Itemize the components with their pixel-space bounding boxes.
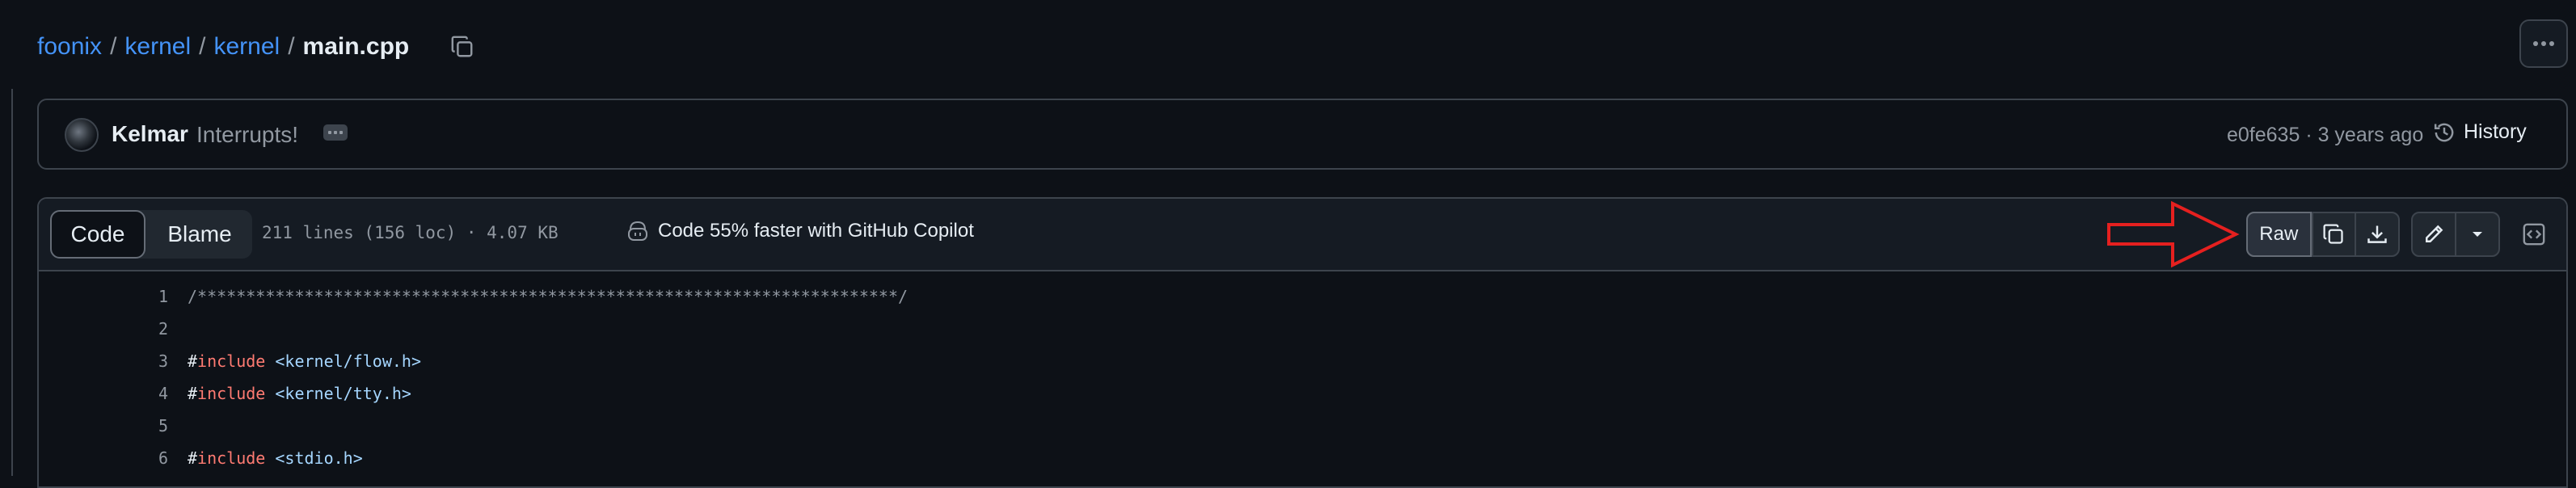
triangle-down-icon — [2473, 232, 2482, 237]
tab-code[interactable]: Code — [50, 210, 145, 259]
code-line: 5 — [39, 409, 2566, 441]
code-token: <stdio.h> — [265, 448, 363, 468]
line-number[interactable]: 3 — [87, 351, 168, 371]
line-content: #include <kernel/flow.h> — [188, 351, 421, 371]
breadcrumb-repo-owner[interactable]: foonix — [37, 33, 102, 61]
annotation-arrow-icon — [2107, 200, 2240, 268]
line-content: /***************************************… — [188, 287, 908, 306]
copilot-promo-link[interactable]: Code 55% faster with GitHub Copilot — [626, 220, 974, 242]
copy-raw-button[interactable] — [2311, 213, 2355, 255]
avatar[interactable] — [65, 118, 99, 152]
line-number[interactable]: 2 — [87, 319, 168, 339]
breadcrumb-file: main.cpp — [302, 33, 410, 60]
history-button[interactable]: History — [2433, 120, 2527, 144]
code-token: # — [188, 351, 198, 371]
code-token: <kernel/tty.h> — [265, 384, 411, 403]
edit-actions-group — [2411, 212, 2500, 257]
commit-message[interactable]: Interrupts! — [196, 122, 298, 148]
code-token: # — [188, 384, 198, 403]
latest-commit-bar — [37, 99, 2568, 170]
code-token: # — [188, 448, 198, 468]
line-number[interactable]: 4 — [87, 384, 168, 403]
code-token: include — [197, 448, 266, 468]
copy-icon — [451, 36, 473, 57]
download-raw-button[interactable] — [2355, 213, 2398, 255]
code-lines: 1 /**************************************… — [39, 280, 2566, 473]
code-token: include — [197, 384, 266, 403]
raw-actions-group: Raw — [2246, 212, 2400, 257]
breadcrumb-folder[interactable]: kernel — [213, 33, 280, 61]
copy-path-button[interactable] — [445, 29, 480, 65]
copilot-icon — [628, 221, 647, 241]
breadcrumb-separator: / — [199, 33, 206, 60]
raw-button[interactable]: Raw — [2246, 212, 2312, 257]
code-token: /***************************************… — [188, 287, 909, 306]
breadcrumb-separator: / — [110, 33, 117, 60]
breadcrumb-separator: / — [288, 33, 295, 60]
code-token: <kernel/flow.h> — [265, 351, 421, 371]
history-icon — [2434, 123, 2454, 141]
more-options-button[interactable] — [2519, 19, 2568, 68]
history-label: History — [2464, 120, 2527, 143]
line-number[interactable]: 1 — [87, 287, 168, 306]
download-icon — [2367, 225, 2387, 243]
commit-meta[interactable]: e0fe635 · 3 years ago — [2227, 124, 2423, 147]
commit-author[interactable]: Kelmar — [112, 121, 188, 147]
page-left-border — [11, 89, 13, 476]
file-info: 211 lines (156 loc) · 4.07 KB — [262, 223, 559, 242]
breadcrumb: foonix / kernel / kernel / main.cpp — [37, 29, 409, 65]
line-number[interactable]: 5 — [87, 416, 168, 435]
pencil-icon — [2426, 225, 2443, 242]
kebab-horizontal-icon — [2533, 41, 2554, 46]
line-number[interactable]: 6 — [87, 448, 168, 468]
code-line: 3 #include <kernel/flow.h> — [39, 344, 2566, 377]
line-content: #include <kernel/tty.h> — [188, 384, 411, 403]
code-line: 1 /**************************************… — [39, 280, 2566, 312]
code-line: 2 — [39, 312, 2566, 344]
line-content: #include <stdio.h> — [188, 448, 363, 468]
symbols-panel-button[interactable] — [2511, 212, 2557, 257]
edit-file-button[interactable] — [2413, 213, 2455, 255]
edit-options-dropdown[interactable] — [2455, 213, 2498, 255]
copilot-promo-text: Code 55% faster with GitHub Copilot — [658, 220, 974, 242]
breadcrumb-repo[interactable]: kernel — [124, 33, 191, 61]
code-square-icon — [2523, 223, 2545, 246]
tab-blame[interactable]: Blame — [147, 210, 252, 259]
code-token: include — [197, 351, 266, 371]
copy-icon — [2323, 224, 2344, 244]
code-line: 4 #include <kernel/tty.h> — [39, 377, 2566, 409]
expand-commit-message-button[interactable] — [323, 124, 348, 141]
code-line: 6 #include <stdio.h> — [39, 441, 2566, 473]
